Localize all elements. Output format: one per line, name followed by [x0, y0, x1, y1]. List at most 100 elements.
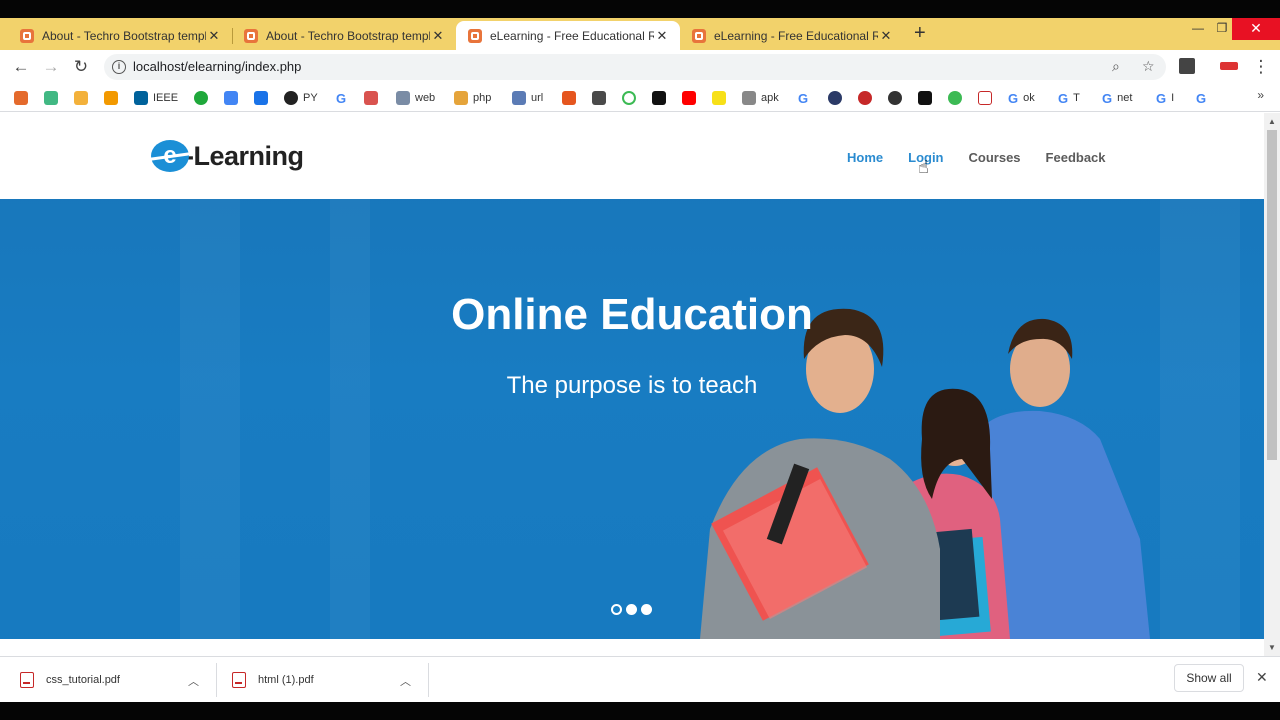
bookmark-item[interactable]: [194, 89, 213, 107]
download-filename: css_tutorial.pdf: [46, 674, 120, 686]
bookmark-item[interactable]: [622, 89, 641, 107]
bookmark-ieee[interactable]: IEEE: [134, 89, 178, 107]
window-close-button[interactable]: ✕: [1232, 18, 1280, 40]
close-icon[interactable]: ✕: [430, 28, 446, 44]
forward-arrow-icon[interactable]: →: [40, 56, 62, 78]
students-photo: [700, 308, 1150, 639]
bookmark-item[interactable]: [828, 89, 847, 107]
bookmark-label: url: [531, 92, 544, 104]
nav-courses[interactable]: Courses: [969, 150, 1021, 165]
nav-home[interactable]: Home: [847, 150, 883, 165]
bookmark-item[interactable]: [254, 89, 273, 107]
chevron-up-icon[interactable]: ︿: [188, 673, 199, 689]
bookmark-item[interactable]: [364, 89, 383, 107]
search-icon[interactable]: ⌕: [1112, 58, 1120, 75]
bookmark-item[interactable]: [104, 89, 123, 107]
bookmark-item[interactable]: [562, 89, 581, 107]
close-icon[interactable]: ✕: [654, 28, 670, 44]
bookmark-item[interactable]: [888, 89, 907, 107]
menu-icon[interactable]: ⋮: [1250, 56, 1272, 78]
vertical-scrollbar[interactable]: ▲ ▼: [1264, 113, 1280, 656]
scroll-up-icon[interactable]: ▲: [1268, 117, 1276, 126]
extension-icon[interactable]: [1220, 62, 1238, 70]
bookmark-item[interactable]: [682, 89, 701, 107]
bookmark-net[interactable]: Gnet: [1102, 89, 1132, 107]
bookmark-item[interactable]: [858, 89, 877, 107]
show-all-button[interactable]: Show all: [1174, 664, 1244, 692]
close-icon[interactable]: ✕: [206, 28, 222, 44]
bookmark-item[interactable]: [712, 89, 731, 107]
bookmark-url[interactable]: url: [512, 89, 543, 107]
download-item[interactable]: css_tutorial.pdf: [20, 665, 120, 695]
bookmark-web[interactable]: web: [396, 89, 435, 107]
omnibox[interactable]: i localhost/elearning/index.php ⌕ ☆: [104, 54, 1166, 80]
bookmark-label: PY: [303, 92, 318, 104]
scrollbar-thumb[interactable]: [1267, 130, 1277, 460]
hand-cursor-icon: ☝: [918, 157, 929, 177]
tab-bar: About - Techro Bootstrap template ✕ Abou…: [0, 18, 1280, 50]
analytics-icon: [104, 91, 118, 105]
bookmark-item[interactable]: [44, 89, 63, 107]
downloads-bar: css_tutorial.pdf ︿ html (1).pdf ︿: [0, 656, 1280, 702]
new-tab-button[interactable]: +: [914, 22, 926, 44]
google-icon: G: [1102, 90, 1113, 106]
bookmark-item[interactable]: G: [1196, 89, 1211, 107]
tab-3-active[interactable]: eLearning - Free Educational Res ✕: [456, 21, 680, 50]
tab-2[interactable]: About - Techro Bootstrap template ✕: [232, 21, 456, 50]
bookmark-item[interactable]: [224, 89, 243, 107]
bookmark-item[interactable]: [918, 89, 937, 107]
techro-favicon-icon: [244, 28, 258, 43]
bookmark-icon: [742, 91, 756, 105]
extension-icon[interactable]: [1179, 58, 1195, 74]
nav-feedback[interactable]: Feedback: [1046, 150, 1106, 165]
back-arrow-icon[interactable]: ←: [10, 56, 32, 78]
reload-icon[interactable]: ↻: [70, 56, 92, 78]
carousel-dot[interactable]: [626, 604, 637, 615]
download-item[interactable]: html (1).pdf: [232, 665, 314, 695]
bookmark-label: IEEE: [153, 92, 179, 104]
bookmark-item[interactable]: [978, 89, 997, 107]
top-strip: [0, 0, 1280, 18]
hero-background-shape: [1160, 199, 1240, 639]
bookmark-icon: [858, 91, 872, 105]
site-header: e -Learning Home Login Courses Feedback: [0, 113, 1264, 200]
main-nav: Home Login Courses Feedback: [847, 150, 1131, 165]
google-icon: G: [798, 90, 809, 106]
divider: [428, 663, 429, 697]
bookmark-icon: [364, 91, 378, 105]
bookmark-apk[interactable]: apk: [742, 89, 779, 107]
chevron-up-icon[interactable]: ︿: [400, 673, 411, 689]
close-icon[interactable]: ✕: [878, 28, 894, 44]
bookmark-i[interactable]: GI: [1156, 89, 1174, 107]
bookmark-item[interactable]: G: [336, 89, 351, 107]
bookmark-php[interactable]: php: [454, 89, 491, 107]
hero-background-shape: [180, 199, 240, 639]
hero-background-shape: [330, 199, 370, 639]
carousel-dot[interactable]: [611, 604, 622, 615]
bookmark-ok[interactable]: Gok: [1008, 89, 1035, 107]
bookmark-item[interactable]: [652, 89, 671, 107]
google-icon: G: [1156, 90, 1167, 106]
star-icon[interactable]: ☆: [1142, 58, 1155, 75]
bookmark-item[interactable]: [14, 89, 33, 107]
hero-carousel: Online Education The purpose is to teach: [0, 199, 1264, 639]
bookmark-py[interactable]: PY: [284, 89, 318, 107]
screen: About - Techro Bootstrap template ✕ Abou…: [0, 0, 1280, 720]
info-icon[interactable]: i: [112, 60, 126, 74]
elearning-logo[interactable]: e -Learning: [151, 139, 304, 173]
bookmark-item[interactable]: [592, 89, 611, 107]
google-icon: G: [336, 90, 347, 106]
bookmark-item[interactable]: [948, 89, 967, 107]
close-icon[interactable]: ✕: [1256, 669, 1268, 686]
tab-4[interactable]: eLearning - Free Educational Res ✕: [680, 21, 904, 50]
bookmark-t[interactable]: GT: [1058, 89, 1080, 107]
scroll-down-icon[interactable]: ▼: [1268, 643, 1276, 652]
bookmark-icon: [592, 91, 606, 105]
bookmark-item[interactable]: G: [798, 89, 813, 107]
tab-1[interactable]: About - Techro Bootstrap template ✕: [8, 21, 232, 50]
bookmark-item[interactable]: [74, 89, 93, 107]
url-text[interactable]: localhost/elearning/index.php: [133, 59, 301, 74]
bookmarks-overflow-icon[interactable]: »: [1257, 88, 1264, 102]
carousel-dot[interactable]: [641, 604, 652, 615]
bookmark-icon: [396, 91, 410, 105]
